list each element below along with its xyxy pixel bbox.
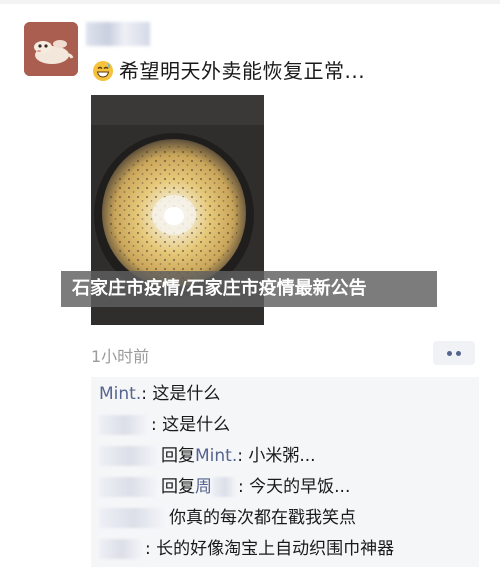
comment-text: : 今天的早饭...: [238, 477, 351, 497]
nickname-redacted: [99, 508, 169, 528]
comment-item[interactable]: 回复周 : 今天的早饭...: [99, 476, 350, 498]
comment-item[interactable]: 回复Mint.: 小米粥...: [99, 445, 316, 467]
grinning-sweat-emoji-icon: [93, 61, 113, 81]
comment-text: : 长的好像淘宝上自动织围巾神器: [145, 539, 395, 559]
comment-nickname[interactable]: Mint.: [99, 384, 141, 404]
more-dots-icon: [456, 351, 461, 356]
comment-item[interactable]: : 这是什么: [99, 414, 230, 436]
top-divider: [0, 0, 500, 4]
comment-item[interactable]: Mint.: 这是什么: [99, 383, 220, 405]
nickname-redacted: [99, 539, 145, 559]
comment-item[interactable]: 你真的每次都在戳我笑点: [99, 507, 356, 529]
comment-text: 你真的每次都在戳我笑点: [169, 508, 356, 528]
more-dots-icon: [447, 351, 452, 356]
overlay-headline-banner: 石家庄市疫情/石家庄市疫情最新公告: [61, 271, 437, 307]
comment-text: : 这是什么: [141, 384, 221, 404]
reply-to-nickname[interactable]: 周: [195, 477, 212, 497]
comment-text: : 这是什么: [151, 415, 231, 435]
reply-to-nickname[interactable]: Mint.: [195, 446, 237, 466]
nickname-redacted: [99, 446, 161, 466]
author-name-redacted: [86, 22, 150, 46]
post-timestamp: 1小时前: [91, 347, 150, 366]
comments-section: Mint.: 这是什么 : 这是什么 回复Mint.: 小米粥... 回复周: …: [91, 377, 479, 567]
post-text: 希望明天外卖能恢复正常...: [92, 58, 365, 84]
nickname-redacted: [99, 415, 151, 435]
more-button[interactable]: [433, 341, 475, 365]
post-text-content: 希望明天外卖能恢复正常...: [119, 59, 366, 83]
author-avatar[interactable]: [24, 22, 78, 76]
reply-word: 回复: [161, 477, 195, 497]
reply-word: 回复: [161, 446, 195, 466]
comment-item[interactable]: : 长的好像淘宝上自动织围巾神器: [99, 538, 394, 560]
nickname-redacted: [99, 477, 161, 497]
comment-text: : 小米粥...: [237, 446, 316, 466]
avatar-image: [24, 22, 78, 76]
nickname-redacted: [212, 477, 238, 497]
